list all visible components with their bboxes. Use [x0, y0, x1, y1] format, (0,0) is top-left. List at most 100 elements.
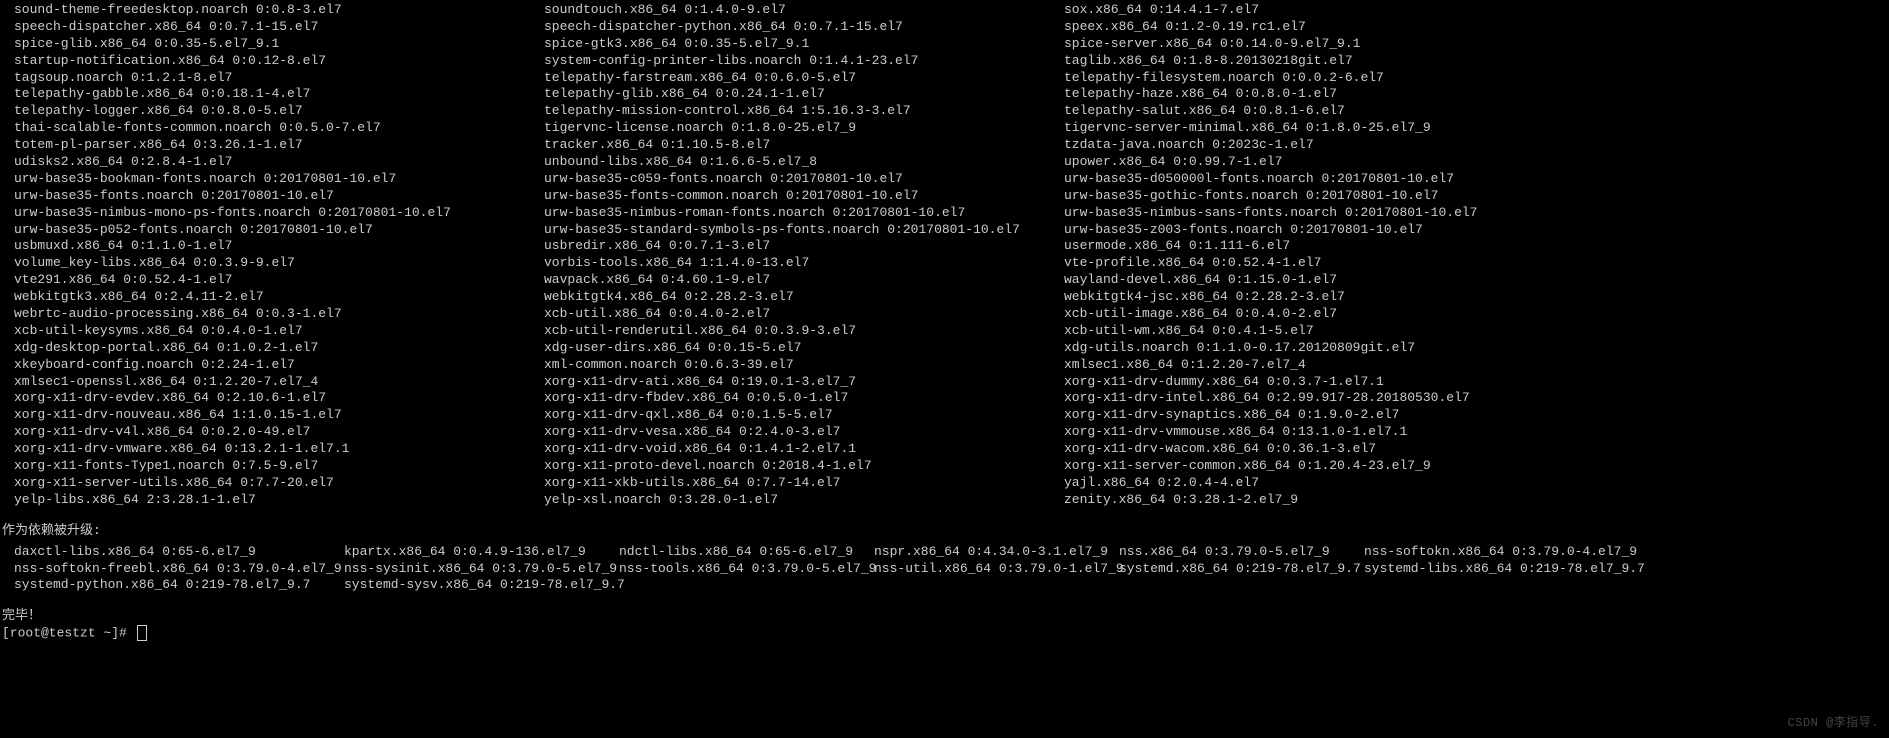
package-line: spice-gtk3.x86_64 0:0.35-5.el7_9.1 — [544, 36, 1064, 53]
package-line: xorg-x11-drv-dummy.x86_64 0:0.3.7-1.el7.… — [1064, 374, 1889, 391]
package-line: xcb-util-keysyms.x86_64 0:0.4.0-1.el7 — [14, 323, 544, 340]
package-line: xorg-x11-drv-wacom.x86_64 0:0.36.1-3.el7 — [1064, 441, 1889, 458]
package-line: xcb-util-wm.x86_64 0:0.4.1-5.el7 — [1064, 323, 1889, 340]
package-column-3: sox.x86_64 0:14.4.1-7.el7speex.x86_64 0:… — [1064, 2, 1889, 509]
package-line: urw-base35-d050000l-fonts.noarch 0:20170… — [1064, 171, 1889, 188]
dep-line: systemd-python.x86_64 0:219-78.el7_9.7 — [14, 577, 344, 594]
package-line: xorg-x11-drv-void.x86_64 0:1.4.1-2.el7.1 — [544, 441, 1064, 458]
package-line: xorg-x11-drv-ati.x86_64 0:19.0.1-3.el7_7 — [544, 374, 1064, 391]
dep-line: nspr.x86_64 0:4.34.0-3.1.el7_9 — [874, 544, 1119, 561]
package-line: xorg-x11-server-common.x86_64 0:1.20.4-2… — [1064, 458, 1889, 475]
package-line: xcb-util.x86_64 0:0.4.0-2.el7 — [544, 306, 1064, 323]
package-line: vte291.x86_64 0:0.52.4-1.el7 — [14, 272, 544, 289]
package-line: usbredir.x86_64 0:0.7.1-3.el7 — [544, 238, 1064, 255]
package-line: telepathy-farstream.x86_64 0:0.6.0-5.el7 — [544, 70, 1064, 87]
package-line: tigervnc-server-minimal.x86_64 0:1.8.0-2… — [1064, 120, 1889, 137]
package-line: xkeyboard-config.noarch 0:2.24-1.el7 — [14, 357, 544, 374]
deps-section-label: 作为依赖被升级: — [0, 523, 1889, 540]
package-line: speech-dispatcher.x86_64 0:0.7.1-15.el7 — [14, 19, 544, 36]
dep-line: nss-util.x86_64 0:3.79.0-1.el7_9 — [874, 561, 1119, 578]
package-line: telepathy-haze.x86_64 0:0.8.0-1.el7 — [1064, 86, 1889, 103]
package-line: xdg-desktop-portal.x86_64 0:1.0.2-1.el7 — [14, 340, 544, 357]
package-line: xorg-x11-drv-v4l.x86_64 0:0.2.0-49.el7 — [14, 424, 544, 441]
package-line: wayland-devel.x86_64 0:1.15.0-1.el7 — [1064, 272, 1889, 289]
package-line: urw-base35-nimbus-sans-fonts.noarch 0:20… — [1064, 205, 1889, 222]
package-line: xml-common.noarch 0:0.6.3-39.el7 — [544, 357, 1064, 374]
package-line: tzdata-java.noarch 0:2023c-1.el7 — [1064, 137, 1889, 154]
package-line: urw-base35-z003-fonts.noarch 0:20170801-… — [1064, 222, 1889, 239]
package-line: speex.x86_64 0:1.2-0.19.rc1.el7 — [1064, 19, 1889, 36]
package-line: xorg-x11-drv-fbdev.x86_64 0:0.5.0-1.el7 — [544, 390, 1064, 407]
complete-label: 完毕！ — [0, 608, 1889, 625]
package-line: xorg-x11-proto-devel.noarch 0:2018.4-1.e… — [544, 458, 1064, 475]
package-line: webkitgtk4.x86_64 0:2.28.2-3.el7 — [544, 289, 1064, 306]
package-line: urw-base35-nimbus-mono-ps-fonts.noarch 0… — [14, 205, 544, 222]
dep-line: systemd-libs.x86_64 0:219-78.el7_9.7 — [1364, 561, 1694, 578]
package-line: upower.x86_64 0:0.99.7-1.el7 — [1064, 154, 1889, 171]
dep-line: nss-sysinit.x86_64 0:3.79.0-5.el7_9 — [344, 561, 619, 578]
dep-line: nss-tools.x86_64 0:3.79.0-5.el7_9 — [619, 561, 874, 578]
package-line: speech-dispatcher-python.x86_64 0:0.7.1-… — [544, 19, 1064, 36]
package-line: volume_key-libs.x86_64 0:0.3.9-9.el7 — [14, 255, 544, 272]
package-line: xorg-x11-xkb-utils.x86_64 0:7.7-14.el7 — [544, 475, 1064, 492]
package-line: yelp-xsl.noarch 0:3.28.0-1.el7 — [544, 492, 1064, 509]
deps-list: daxctl-libs.x86_64 0:65-6.el7_9kpartx.x8… — [0, 544, 1889, 595]
package-line: urw-base35-c059-fonts.noarch 0:20170801-… — [544, 171, 1064, 188]
package-line: sound-theme-freedesktop.noarch 0:0.8-3.e… — [14, 2, 544, 19]
package-line: urw-base35-p052-fonts.noarch 0:20170801-… — [14, 222, 544, 239]
package-line: telepathy-filesystem.noarch 0:0.0.2-6.el… — [1064, 70, 1889, 87]
shell-prompt[interactable]: [root@testzt ~]# — [0, 625, 1889, 642]
package-line: xcb-util-renderutil.x86_64 0:0.3.9-3.el7 — [544, 323, 1064, 340]
package-line: xorg-x11-drv-evdev.x86_64 0:2.10.6-1.el7 — [14, 390, 544, 407]
package-line: webkitgtk3.x86_64 0:2.4.11-2.el7 — [14, 289, 544, 306]
package-line: tracker.x86_64 0:1.10.5-8.el7 — [544, 137, 1064, 154]
package-line: telepathy-gabble.x86_64 0:0.18.1-4.el7 — [14, 86, 544, 103]
package-line: yelp-libs.x86_64 2:3.28.1-1.el7 — [14, 492, 544, 509]
package-line: startup-notification.x86_64 0:0.12-8.el7 — [14, 53, 544, 70]
package-line: xorg-x11-drv-intel.x86_64 0:2.99.917-28.… — [1064, 390, 1889, 407]
package-line: urw-base35-gothic-fonts.noarch 0:2017080… — [1064, 188, 1889, 205]
package-line: zenity.x86_64 0:3.28.1-2.el7_9 — [1064, 492, 1889, 509]
package-line: xdg-user-dirs.x86_64 0:0.15-5.el7 — [544, 340, 1064, 357]
package-line: xcb-util-image.x86_64 0:0.4.0-2.el7 — [1064, 306, 1889, 323]
package-column-2: soundtouch.x86_64 0:1.4.0-9.el7speech-di… — [544, 2, 1064, 509]
watermark: CSDN @李指导. — [1788, 716, 1879, 732]
package-line: urw-base35-fonts-common.noarch 0:2017080… — [544, 188, 1064, 205]
package-line: totem-pl-parser.x86_64 0:3.26.1-1.el7 — [14, 137, 544, 154]
package-line: xorg-x11-drv-vmmouse.x86_64 0:13.1.0-1.e… — [1064, 424, 1889, 441]
package-line: xorg-x11-fonts-Type1.noarch 0:7.5-9.el7 — [14, 458, 544, 475]
package-line: urw-base35-standard-symbols-ps-fonts.noa… — [544, 222, 1064, 239]
dep-line: systemd-sysv.x86_64 0:219-78.el7_9.7 — [344, 577, 619, 594]
package-line: xorg-x11-drv-vmware.x86_64 0:13.2.1-1.el… — [14, 441, 544, 458]
package-line: telepathy-logger.x86_64 0:0.8.0-5.el7 — [14, 103, 544, 120]
dep-line: ndctl-libs.x86_64 0:65-6.el7_9 — [619, 544, 874, 561]
package-line: xorg-x11-drv-vesa.x86_64 0:2.4.0-3.el7 — [544, 424, 1064, 441]
package-line: telepathy-mission-control.x86_64 1:5.16.… — [544, 103, 1064, 120]
cursor-icon — [137, 625, 147, 641]
package-line: tigervnc-license.noarch 0:1.8.0-25.el7_9 — [544, 120, 1064, 137]
package-line: system-config-printer-libs.noarch 0:1.4.… — [544, 53, 1064, 70]
package-line: unbound-libs.x86_64 0:1.6.6-5.el7_8 — [544, 154, 1064, 171]
package-line: xmlsec1.x86_64 0:1.2.20-7.el7_4 — [1064, 357, 1889, 374]
package-line: xorg-x11-drv-nouveau.x86_64 1:1.0.15-1.e… — [14, 407, 544, 424]
dep-line: daxctl-libs.x86_64 0:65-6.el7_9 — [14, 544, 344, 561]
package-line: telepathy-glib.x86_64 0:0.24.1-1.el7 — [544, 86, 1064, 103]
prompt-text: [root@testzt ~]# — [2, 626, 135, 641]
package-list-columns: sound-theme-freedesktop.noarch 0:0.8-3.e… — [0, 0, 1889, 509]
package-line: udisks2.x86_64 0:2.8.4-1.el7 — [14, 154, 544, 171]
package-line: taglib.x86_64 0:1.8-8.20130218git.el7 — [1064, 53, 1889, 70]
package-line: xorg-x11-drv-qxl.x86_64 0:0.1.5-5.el7 — [544, 407, 1064, 424]
package-line: xdg-utils.noarch 0:1.1.0-0.17.20120809gi… — [1064, 340, 1889, 357]
dep-line: nss-softokn.x86_64 0:3.79.0-4.el7_9 — [1364, 544, 1694, 561]
package-line: telepathy-salut.x86_64 0:0.8.1-6.el7 — [1064, 103, 1889, 120]
package-line: yajl.x86_64 0:2.0.4-4.el7 — [1064, 475, 1889, 492]
package-line: xorg-x11-drv-synaptics.x86_64 0:1.9.0-2.… — [1064, 407, 1889, 424]
package-line: webkitgtk4-jsc.x86_64 0:2.28.2-3.el7 — [1064, 289, 1889, 306]
package-line: xorg-x11-server-utils.x86_64 0:7.7-20.el… — [14, 475, 544, 492]
package-line: xmlsec1-openssl.x86_64 0:1.2.20-7.el7_4 — [14, 374, 544, 391]
package-line: vte-profile.x86_64 0:0.52.4-1.el7 — [1064, 255, 1889, 272]
package-line: tagsoup.noarch 0:1.2.1-8.el7 — [14, 70, 544, 87]
package-line: urw-base35-bookman-fonts.noarch 0:201708… — [14, 171, 544, 188]
package-line: usermode.x86_64 0:1.111-6.el7 — [1064, 238, 1889, 255]
dep-line: nss-softokn-freebl.x86_64 0:3.79.0-4.el7… — [14, 561, 344, 578]
